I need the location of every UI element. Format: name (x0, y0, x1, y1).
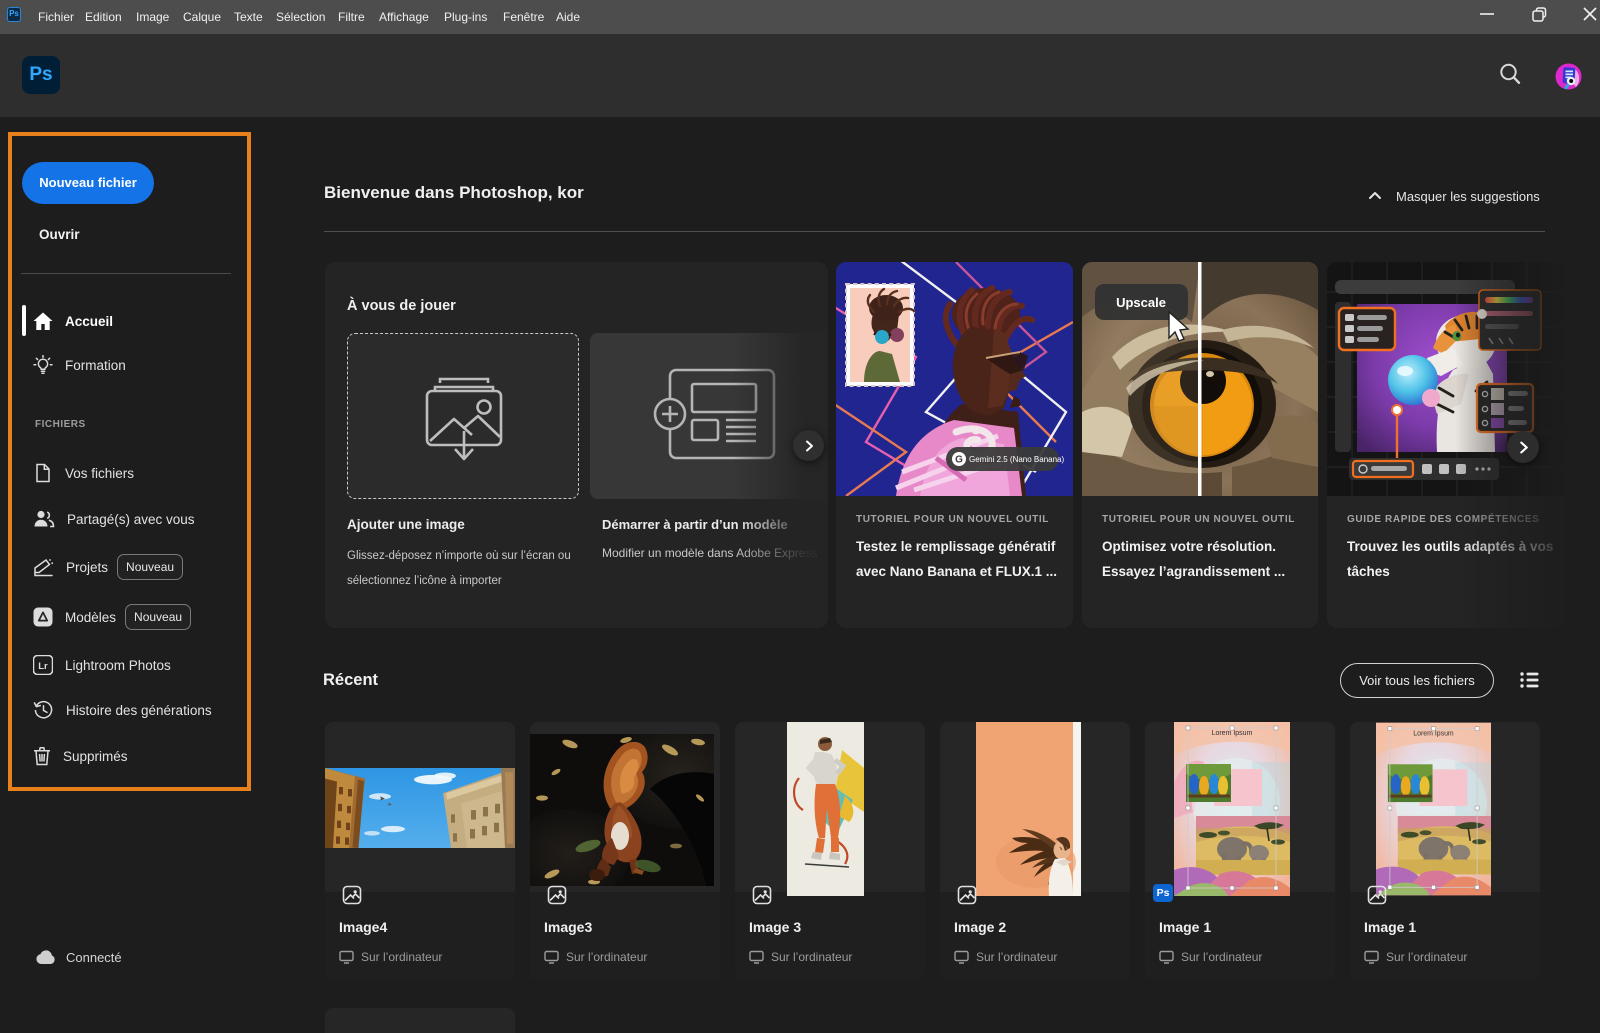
svg-text:G: G (955, 455, 963, 466)
svg-text:Upscale: Upscale (1116, 295, 1166, 310)
svg-text:Lr: Lr (38, 661, 48, 672)
svg-text:Lorem Ipsum: Lorem Ipsum (1413, 731, 1454, 738)
svg-text:Lorem Ipsum: Lorem Ipsum (1212, 730, 1253, 737)
svg-text:Gemini 2.5 (Nano Banana): Gemini 2.5 (Nano Banana) (969, 455, 1065, 464)
